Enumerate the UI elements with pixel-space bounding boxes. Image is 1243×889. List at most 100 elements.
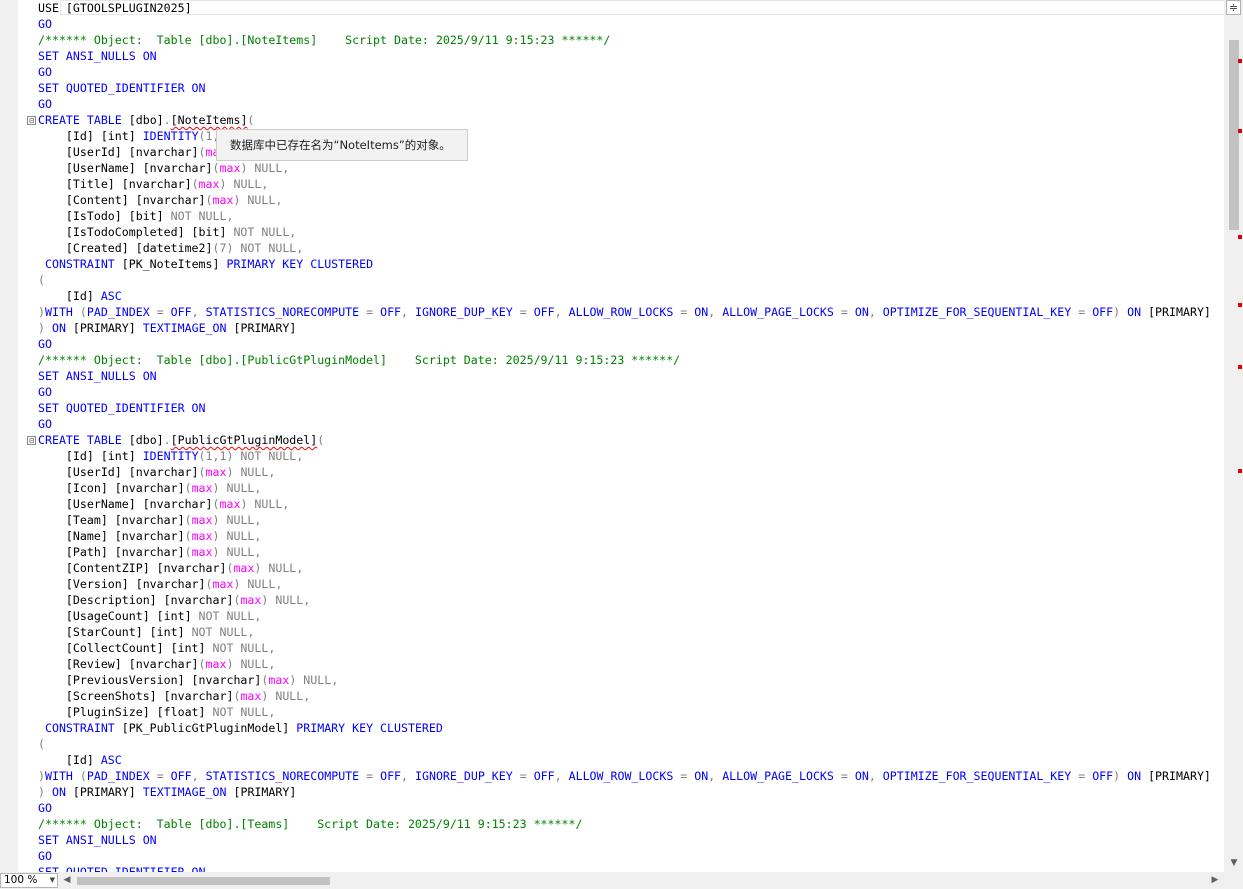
code-token: PRIMARY KEY CLUSTERED <box>296 721 443 735</box>
code-token: ALLOW_PAGE_LOCKS <box>722 769 841 783</box>
code-token: IDENTITY <box>142 449 199 463</box>
code-line[interactable]: [Team] [nvarchar](max) NULL, <box>38 512 262 528</box>
code-line[interactable]: ) ON [PRIMARY] TEXTIMAGE_ON [PRIMARY] <box>38 784 296 800</box>
code-token: [Team] [nvarchar] <box>38 513 185 527</box>
code-token: PAD_INDEX <box>86 769 157 783</box>
code-token: = <box>156 769 171 783</box>
code-token: ) NULL, <box>212 529 262 543</box>
code-line[interactable]: SET QUOTED_IDENTIFIER ON <box>38 864 206 872</box>
code-token: WITH <box>44 769 80 783</box>
code-line[interactable]: GO <box>38 384 52 400</box>
code-token: OFF <box>1092 305 1114 319</box>
horizontal-scroll-thumb[interactable] <box>77 877 330 885</box>
code-token: [dbo] <box>128 113 164 127</box>
code-token: ) NULL, <box>233 193 283 207</box>
code-line[interactable]: [Id] [int] IDENTITY(1,1) NOT NULL, <box>38 448 303 464</box>
code-line[interactable]: [UsageCount] [int] NOT NULL, <box>38 608 261 624</box>
code-line[interactable]: [PluginSize] [float] NOT NULL, <box>38 704 275 720</box>
code-token: SET QUOTED_IDENTIFIER ON <box>38 865 206 872</box>
code-line[interactable]: [Description] [nvarchar](max) NULL, <box>38 592 310 608</box>
code-line[interactable]: [PreviousVersion] [nvarchar](max) NULL, <box>38 672 338 688</box>
error-marker[interactable] <box>1238 469 1242 473</box>
arrow-left-icon[interactable]: ◀ <box>62 874 72 887</box>
code-token: SET QUOTED_IDENTIFIER ON <box>38 401 206 415</box>
code-line[interactable]: )WITH (PAD_INDEX = OFF, STATISTICS_NOREC… <box>38 768 1211 784</box>
code-line[interactable]: SET QUOTED_IDENTIFIER ON <box>38 80 206 96</box>
code-line[interactable]: [UserName] [nvarchar](max) NULL, <box>38 496 289 512</box>
error-marker[interactable] <box>1238 129 1242 133</box>
code-token: ) <box>38 785 52 799</box>
code-line[interactable]: [Id] [int] IDENTITY(1, <box>38 128 220 144</box>
fold-toggle-icon[interactable]: ⊟ <box>27 116 36 125</box>
code-token: OFF <box>533 769 555 783</box>
code-line[interactable]: [UserId] [nvarchar](max) NULL, <box>38 464 275 480</box>
code-line[interactable]: [StarCount] [int] NOT NULL, <box>38 624 254 640</box>
code-line[interactable]: [IsTodoCompleted] [bit] NOT NULL, <box>38 224 296 240</box>
code-token: ( <box>205 193 213 207</box>
code-token: = <box>156 305 171 319</box>
line-gutter <box>0 0 18 872</box>
code-token: ( <box>198 465 206 479</box>
sql-editor[interactable]: USE [GTOOLSPLUGIN2025] GO /****** Object: … <box>24 0 1224 872</box>
code-line[interactable]: [ContentZIP] [nvarchar](max) NULL, <box>38 560 303 576</box>
code-line[interactable]: ) ON [PRIMARY] TEXTIMAGE_ON [PRIMARY] <box>38 320 296 336</box>
code-line[interactable]: USE [GTOOLSPLUGIN2025] <box>38 0 192 16</box>
zoom-dropdown[interactable]: 100 % ▼ <box>0 873 58 888</box>
code-line[interactable]: [Created] [datetime2](7) NOT NULL, <box>38 240 303 256</box>
code-token: max <box>268 673 290 687</box>
code-line[interactable]: GO <box>38 16 52 32</box>
code-line[interactable]: [Version] [nvarchar](max) NULL, <box>38 576 282 592</box>
error-marker[interactable] <box>1238 59 1242 63</box>
code-line[interactable]: )WITH (PAD_INDEX = OFF, STATISTICS_NOREC… <box>38 304 1211 320</box>
code-line[interactable]: [Name] [nvarchar](max) NULL, <box>38 528 262 544</box>
code-line[interactable]: SET ANSI_NULLS ON <box>38 368 157 384</box>
code-token: CONSTRAINT <box>38 257 122 271</box>
code-token: (1,1) NOT NULL, <box>198 449 304 463</box>
code-line[interactable]: [UserId] [nvarchar](max <box>38 144 227 160</box>
code-line[interactable]: GO <box>38 848 52 864</box>
code-token: ) <box>38 321 52 335</box>
code-line[interactable]: GO <box>38 416 52 432</box>
code-token: [Version] [nvarchar] <box>38 577 206 591</box>
code-line[interactable]: /****** Object: Table [dbo].[Teams] Scri… <box>38 816 582 832</box>
error-marker[interactable] <box>1238 303 1242 307</box>
code-token: [PK_PublicGtPluginModel] <box>121 721 297 735</box>
code-token: ON <box>1127 305 1149 319</box>
arrow-right-icon[interactable]: ▶ <box>1210 874 1220 887</box>
split-view-icon[interactable]: ≑ <box>1226 0 1241 15</box>
code-line[interactable]: GO <box>38 64 52 80</box>
code-line[interactable]: [Content] [nvarchar](max) NULL, <box>38 192 282 208</box>
code-line[interactable]: [UserName] [nvarchar](max) NULL, <box>38 160 289 176</box>
code-line[interactable]: SET ANSI_NULLS ON <box>38 48 157 64</box>
code-line[interactable]: /****** Object: Table [dbo].[PublicGtPlu… <box>38 352 680 368</box>
code-line[interactable]: GO <box>38 96 52 112</box>
vertical-scroll-thumb[interactable] <box>1229 40 1239 230</box>
error-marker[interactable] <box>1238 365 1242 369</box>
code-line[interactable]: SET ANSI_NULLS ON <box>38 832 157 848</box>
arrow-down-icon[interactable]: ▼ <box>1227 856 1241 870</box>
code-token: ( <box>184 481 192 495</box>
fold-toggle-icon[interactable]: ⊟ <box>27 436 36 445</box>
code-line[interactable]: ( <box>38 272 45 288</box>
code-line[interactable]: [ScreenShots] [nvarchar](max) NULL, <box>38 688 310 704</box>
code-line[interactable]: [IsTodo] [bit] NOT NULL, <box>38 208 234 224</box>
code-line[interactable]: [Icon] [nvarchar](max) NULL, <box>38 480 262 496</box>
code-line[interactable]: [Title] [nvarchar](max) NULL, <box>38 176 268 192</box>
code-line[interactable]: [Review] [nvarchar](max) NULL, <box>38 656 275 672</box>
code-line[interactable]: GO <box>38 800 52 816</box>
code-line[interactable]: [Path] [nvarchar](max) NULL, <box>38 544 262 560</box>
code-line[interactable]: GO <box>38 336 52 352</box>
code-line[interactable]: /****** Object: Table [dbo].[NoteItems] … <box>38 32 610 48</box>
code-line[interactable]: ( <box>38 736 45 752</box>
error-marker[interactable] <box>1238 235 1242 239</box>
code-line[interactable]: CREATE TABLE [dbo].[NoteItems]( <box>38 112 254 128</box>
code-line[interactable]: CONSTRAINT [PK_PublicGtPluginModel] PRIM… <box>38 720 443 736</box>
code-token: [PRIMARY] <box>1148 769 1211 783</box>
code-line[interactable]: CONSTRAINT [PK_NoteItems] PRIMARY KEY CL… <box>38 256 373 272</box>
code-line[interactable]: [Id] ASC <box>38 752 122 768</box>
code-line[interactable]: [Id] ASC <box>38 288 122 304</box>
code-line[interactable]: SET QUOTED_IDENTIFIER ON <box>38 400 206 416</box>
code-token: ON <box>854 769 869 783</box>
code-line[interactable]: CREATE TABLE [dbo].[PublicGtPluginModel]… <box>38 432 324 448</box>
code-line[interactable]: [CollectCount] [int] NOT NULL, <box>38 640 275 656</box>
